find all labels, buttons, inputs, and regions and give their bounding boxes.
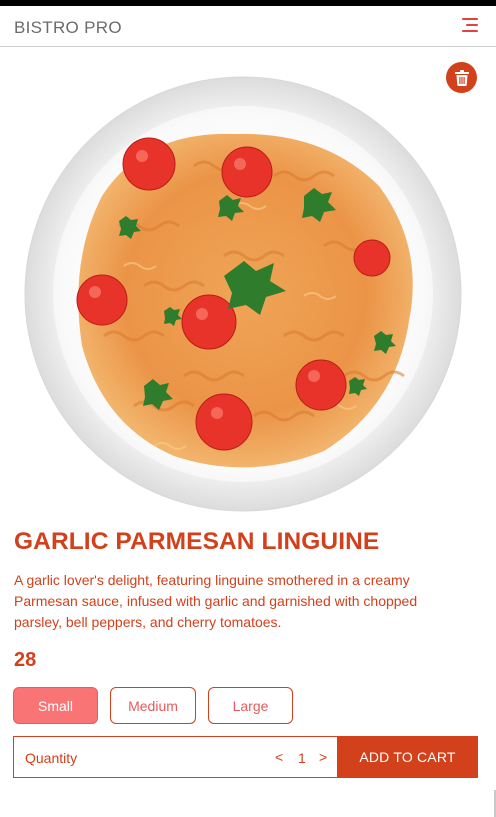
quantity-stepper: Quantity < 1 > <box>13 736 338 778</box>
size-small-button[interactable]: Small <box>13 687 98 724</box>
pasta-dish-image <box>24 76 462 512</box>
hamburger-menu-icon[interactable] <box>460 17 478 35</box>
product-title: GARLIC PARMESAN LINGUINE <box>14 528 380 555</box>
quantity-decrement-button[interactable]: < <box>275 749 283 765</box>
size-medium-button[interactable]: Medium <box>110 687 196 724</box>
quantity-value: 1 <box>298 750 306 766</box>
size-large-button[interactable]: Large <box>208 687 293 724</box>
add-to-cart-button[interactable]: ADD TO CART <box>337 736 478 778</box>
menu-line <box>466 24 478 26</box>
brand-title: BISTRO PRO <box>14 18 122 37</box>
product-price: 28 <box>14 649 37 671</box>
quantity-label: Quantity <box>25 750 78 766</box>
quantity-increment-button[interactable]: > <box>319 749 327 765</box>
menu-line <box>462 30 478 32</box>
app-header: BISTRO PRO <box>0 6 496 47</box>
menu-line <box>462 18 478 20</box>
product-description: A garlic lover's delight, featuring ling… <box>14 572 418 630</box>
